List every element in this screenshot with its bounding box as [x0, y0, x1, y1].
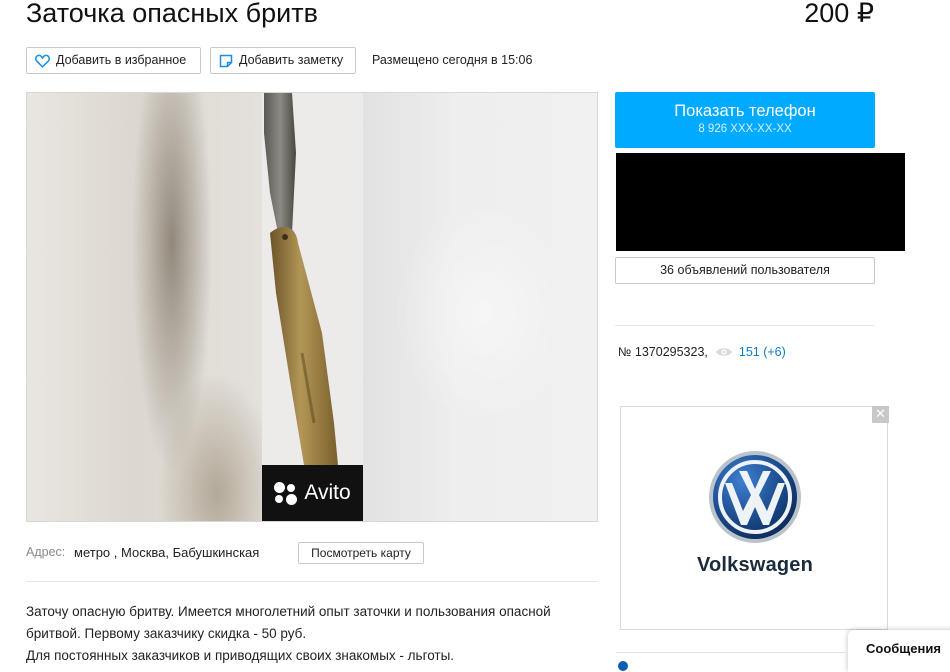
photo-gallery[interactable]: Avito — [26, 92, 598, 522]
sidebar-divider — [615, 325, 875, 326]
listing-title: Заточка опасных бритв — [26, 0, 318, 28]
add-to-favorites-button[interactable]: Добавить в избранное — [26, 47, 201, 74]
listing-photo[interactable] — [262, 93, 363, 521]
listing-price: 200 ₽ — [804, 0, 874, 28]
listing-number: № 1370295323, — [618, 345, 708, 359]
advertisement-banner[interactable]: Volkswagen — [620, 406, 888, 630]
razor-illustration — [262, 93, 363, 521]
posted-date: Размещено сегодня в 15:06 — [372, 53, 533, 67]
listing-description: Заточу опасную бритву. Имеется многолетн… — [26, 601, 596, 667]
avito-watermark: Avito — [262, 465, 363, 521]
add-note-label: Добавить заметку — [239, 53, 344, 67]
avito-logo-icon — [274, 481, 298, 505]
content-divider — [26, 581, 597, 582]
photo-blur-background-right — [363, 93, 597, 521]
address-value: метро , Москва, Бабушкинская — [74, 545, 260, 560]
description-line: Заточу опасную бритву. Имеется многолетн… — [26, 604, 551, 619]
heart-icon — [35, 54, 50, 68]
redacted-seller-block — [616, 153, 905, 251]
seller-ads-button[interactable]: 36 объявлений пользователя — [615, 257, 875, 284]
views-count[interactable]: 151 (+6) — [739, 345, 786, 359]
volkswagen-logo-icon — [709, 451, 801, 543]
show-phone-button[interactable]: Показать телефон 8 926 XXX-XX-XX — [615, 92, 875, 148]
advertisement-brand-name: Volkswagen — [696, 554, 814, 576]
note-icon — [219, 54, 233, 67]
sidebar-next-section — [616, 652, 846, 671]
show-map-label: Посмотреть карту — [311, 546, 411, 560]
description-line: Для постоянных заказчиков и приводящих с… — [26, 648, 455, 663]
add-note-button[interactable]: Добавить заметку — [210, 47, 356, 74]
messages-button[interactable]: Сообщения — [848, 630, 950, 672]
close-ad-icon[interactable]: ✕ — [872, 406, 889, 423]
add-to-favorites-label: Добавить в избранное — [56, 53, 187, 67]
listing-meta: № 1370295323, 151 (+6) — [618, 345, 786, 359]
masked-phone-number: 8 926 XXX-XX-XX — [698, 123, 792, 135]
show-map-button[interactable]: Посмотреть карту — [298, 542, 424, 564]
show-phone-label: Показать телефон — [674, 102, 816, 120]
eye-icon — [715, 348, 732, 356]
description-line: бритвой. Первому заказчику скидка - 50 р… — [26, 626, 307, 641]
avito-watermark-text: Avito — [304, 481, 351, 504]
address-label: Адрес: — [26, 545, 66, 559]
photo-blur-background-left — [27, 93, 263, 521]
